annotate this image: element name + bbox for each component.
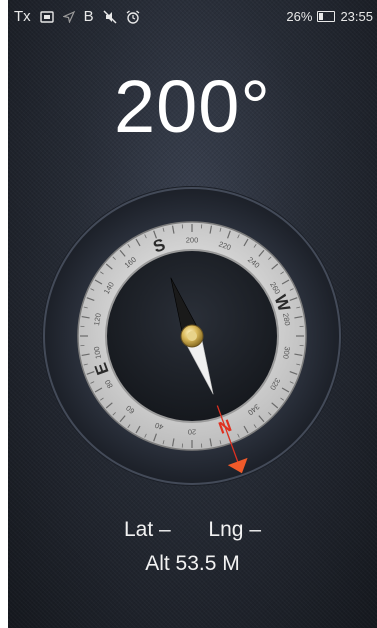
degree-label: 20 bbox=[188, 428, 196, 437]
lat-label: Lat bbox=[124, 518, 154, 541]
coordinates-line: Lat – Lng – bbox=[8, 518, 377, 542]
status-bar: Tx B 26% 23:55 bbox=[8, 0, 377, 34]
degree-label: 200 bbox=[186, 236, 199, 245]
alarm-icon bbox=[126, 9, 140, 24]
compass-screen: Tx B 26% 23:55 200° 20 40 60 80 100 120 … bbox=[8, 0, 377, 628]
lng-label: Lng bbox=[208, 518, 244, 541]
lng-value: – bbox=[249, 518, 261, 541]
mute-icon bbox=[103, 9, 117, 24]
status-icons-left: Tx B bbox=[14, 8, 140, 25]
location-arrow-icon bbox=[62, 10, 75, 23]
clock-time: 23:55 bbox=[340, 9, 373, 24]
compass-dial[interactable]: 20 40 60 80 100 120 140 160 200 220 240 260 280 300 32… bbox=[42, 186, 342, 486]
battery-icon bbox=[317, 11, 336, 22]
altitude-readout: Alt 53.5 M bbox=[145, 552, 240, 575]
bluetooth-icon: B bbox=[83, 8, 94, 25]
status-icons-right: 26% 23:55 bbox=[286, 9, 373, 24]
compass-graphic: 20406080100120140160200 22024026028030032… bbox=[42, 186, 342, 486]
tx-icon: Tx bbox=[14, 8, 31, 25]
pivot-center bbox=[187, 331, 197, 341]
lat-value: – bbox=[159, 518, 171, 541]
battery-percent: 26% bbox=[286, 9, 313, 24]
sim-icon bbox=[39, 10, 54, 23]
heading-readout: 200° bbox=[113, 65, 272, 148]
